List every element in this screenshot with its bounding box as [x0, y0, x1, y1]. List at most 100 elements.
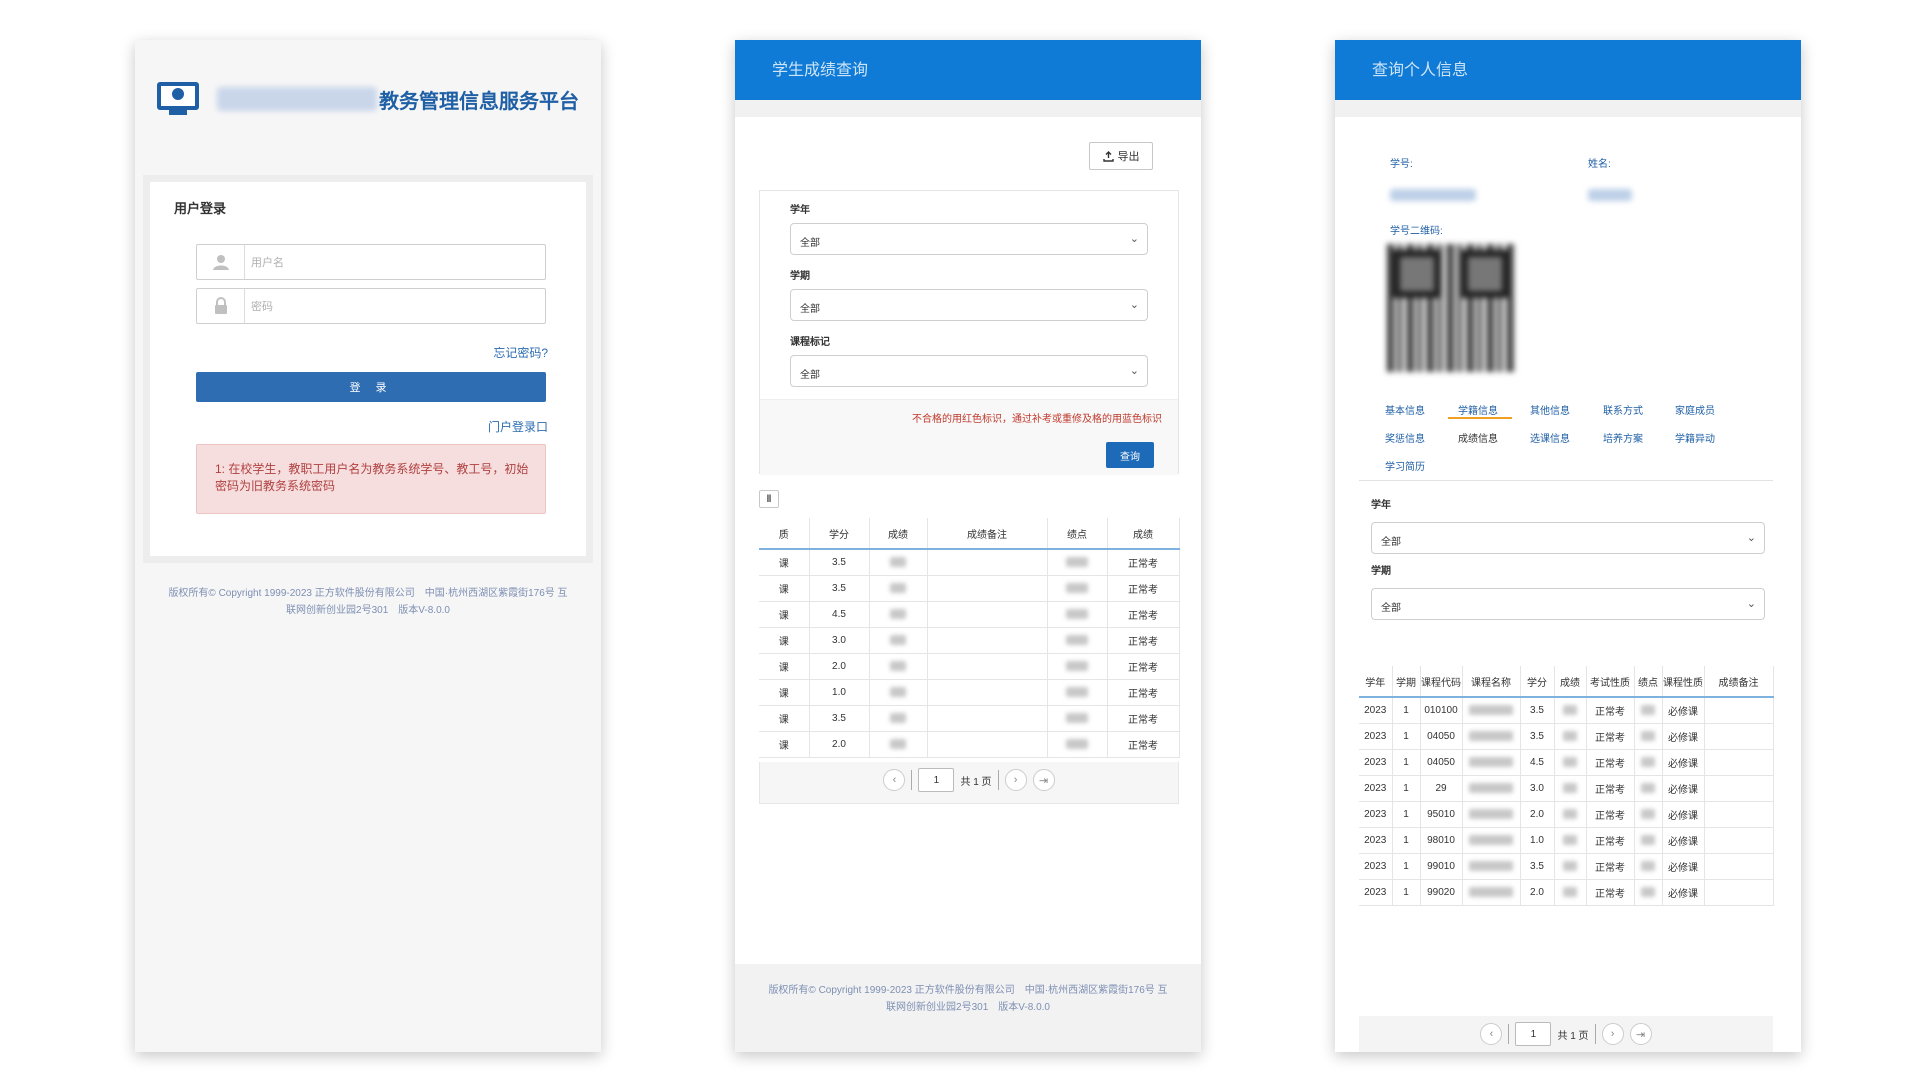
- score-note-cell: [1704, 723, 1774, 750]
- table-row[interactable]: 课 2.0 正常考: [759, 731, 1180, 758]
- course-nature-cell: 必修课: [1662, 697, 1705, 724]
- column-header: 学分: [809, 518, 870, 550]
- credit-cell: 3.5: [1520, 697, 1555, 724]
- column-header: 课程性质: [1662, 666, 1705, 698]
- year-label: 学年: [1371, 500, 1391, 511]
- score-cell: [869, 549, 928, 576]
- score-note-cell: [927, 653, 1048, 680]
- redacted-value: [1469, 756, 1513, 767]
- score-note-cell: [927, 575, 1048, 602]
- redacted-value: [1469, 782, 1513, 793]
- score-cell: [1554, 879, 1587, 906]
- next-page-icon[interactable]: ›: [1601, 1023, 1624, 1045]
- grades-screen: 学生成绩查询 导出 学年 全部 ⌄ 学期 全部 ⌄ 课程标记 全部 ⌄ 不合格的…: [735, 40, 1201, 1052]
- column-toggle-icon[interactable]: ‖: [759, 490, 779, 508]
- prev-page-icon[interactable]: ‹: [883, 769, 906, 791]
- export-icon: [1102, 150, 1114, 162]
- table-row[interactable]: 课 2.0 正常考: [759, 653, 1180, 680]
- table-row[interactable]: 2023 1 98010 1.0 正常考 必修课: [1359, 827, 1774, 854]
- course-mark-select[interactable]: 全部 ⌄: [790, 355, 1148, 387]
- chevron-down-icon: ⌄: [1129, 233, 1139, 245]
- table-row[interactable]: 课 1.0 正常考: [759, 679, 1180, 706]
- prev-page-icon[interactable]: ‹: [1480, 1023, 1503, 1045]
- table-row[interactable]: 课 3.5 正常考: [759, 705, 1180, 732]
- redacted-value: [890, 582, 906, 593]
- tab-rewards[interactable]: 奖惩信息: [1385, 430, 1425, 445]
- redacted-value: [1563, 860, 1577, 871]
- grade-point-cell: [1634, 853, 1663, 880]
- course-nature-cell: 必修课: [1662, 749, 1705, 776]
- tab-study-history[interactable]: 学习简历: [1385, 458, 1425, 473]
- tab-other-info[interactable]: 其他信息: [1530, 402, 1570, 417]
- login-button[interactable]: 登 录: [196, 372, 546, 402]
- tab-basic-info[interactable]: 基本信息: [1385, 402, 1425, 417]
- grade-point-cell: [1047, 575, 1108, 602]
- term-select[interactable]: 全部 ⌄: [1371, 588, 1765, 620]
- year-cell: 2023: [1359, 853, 1393, 880]
- course-name-cell: [1462, 879, 1521, 906]
- redacted-value: [1469, 730, 1513, 741]
- table-row[interactable]: 2023 1 010100 3.5 正常考 必修课: [1359, 697, 1774, 724]
- chevron-down-icon: ⌄: [1129, 299, 1139, 311]
- year-select[interactable]: 全部 ⌄: [790, 223, 1148, 255]
- grades-header: 学生成绩查询: [735, 40, 1201, 100]
- username-field[interactable]: 用户名: [196, 244, 546, 280]
- tab-grades[interactable]: 成绩信息: [1458, 430, 1498, 445]
- table-row[interactable]: 2023 1 04050 4.5 正常考 必修课: [1359, 749, 1774, 776]
- table-row[interactable]: 课 3.5 正常考: [759, 549, 1180, 576]
- table-row[interactable]: 2023 1 04050 3.5 正常考 必修课: [1359, 723, 1774, 750]
- tab-status-info[interactable]: 学籍信息: [1458, 402, 1498, 417]
- tab-training-plan[interactable]: 培养方案: [1603, 430, 1643, 445]
- table-row[interactable]: 2023 1 99010 3.5 正常考 必修课: [1359, 853, 1774, 880]
- table-row[interactable]: 2023 1 29 3.0 正常考 必修课: [1359, 775, 1774, 802]
- login-heading: 用户登录: [174, 201, 227, 216]
- exam-type-cell: 正常考: [1586, 853, 1635, 880]
- score-cell: [869, 705, 928, 732]
- last-page-icon[interactable]: ⇥: [1032, 769, 1055, 791]
- term-select[interactable]: 全部 ⌄: [790, 289, 1148, 321]
- score-note-cell: [1704, 879, 1774, 906]
- tab-contact[interactable]: 联系方式: [1603, 402, 1643, 417]
- credit-cell: 2.0: [1520, 801, 1555, 828]
- page-number-input[interactable]: 1: [1515, 1022, 1552, 1046]
- lock-icon: [197, 289, 245, 323]
- redacted-value: [1563, 808, 1577, 819]
- credit-cell: 3.5: [809, 705, 870, 732]
- tab-course-selection[interactable]: 选课信息: [1530, 430, 1570, 445]
- redacted-value: [1469, 886, 1513, 897]
- credit-cell: 2.0: [809, 653, 870, 680]
- redacted-value: [1563, 756, 1577, 767]
- next-page-icon[interactable]: ›: [1004, 769, 1027, 791]
- course-nature-cell: 必修课: [1662, 853, 1705, 880]
- credit-cell: 3.0: [809, 627, 870, 654]
- last-page-icon[interactable]: ⇥: [1629, 1023, 1652, 1045]
- table-row[interactable]: 课 4.5 正常考: [759, 601, 1180, 628]
- redacted-value: [1641, 808, 1655, 819]
- redacted-value: [1641, 834, 1655, 845]
- export-button[interactable]: 导出: [1089, 142, 1153, 170]
- password-field[interactable]: 密码: [196, 288, 546, 324]
- portal-login-link[interactable]: 门户登录口: [488, 418, 548, 435]
- course-code-cell: 99020: [1420, 879, 1463, 906]
- score-note-cell: [927, 731, 1048, 758]
- redacted-value: [890, 712, 906, 723]
- column-header: 学期: [1392, 666, 1421, 698]
- table-row[interactable]: 课 3.5 正常考: [759, 575, 1180, 602]
- table-row[interactable]: 2023 1 99020 2.0 正常考 必修课: [1359, 879, 1774, 906]
- tab-status-change[interactable]: 学籍异动: [1675, 430, 1715, 445]
- page-number-input[interactable]: 1: [918, 768, 955, 792]
- redacted-value: [1066, 608, 1088, 619]
- query-button[interactable]: 查询: [1106, 442, 1154, 468]
- table-row[interactable]: 课 3.0 正常考: [759, 627, 1180, 654]
- course-name-cell: [1462, 749, 1521, 776]
- tab-family[interactable]: 家庭成员: [1675, 402, 1715, 417]
- column-header: 学年: [1359, 666, 1393, 698]
- column-header: 绩点: [1634, 666, 1663, 698]
- year-select[interactable]: 全部 ⌄: [1371, 522, 1765, 554]
- login-notice: 1: 在校学生，教职工用户名为教务系统学号、教工号，初始密码为旧教务系统密码: [196, 444, 546, 514]
- personal-grades-table: 学年 学期 课程代码 课程名称 学分 成绩 考试性质 绩点 课程性质 成绩备注 2023 1 0101…: [1359, 666, 1774, 906]
- column-header: 成绩: [869, 518, 928, 550]
- credit-cell: 3.5: [809, 575, 870, 602]
- table-row[interactable]: 2023 1 95010 2.0 正常考 必修课: [1359, 801, 1774, 828]
- forgot-password-link[interactable]: 忘记密码?: [493, 344, 548, 361]
